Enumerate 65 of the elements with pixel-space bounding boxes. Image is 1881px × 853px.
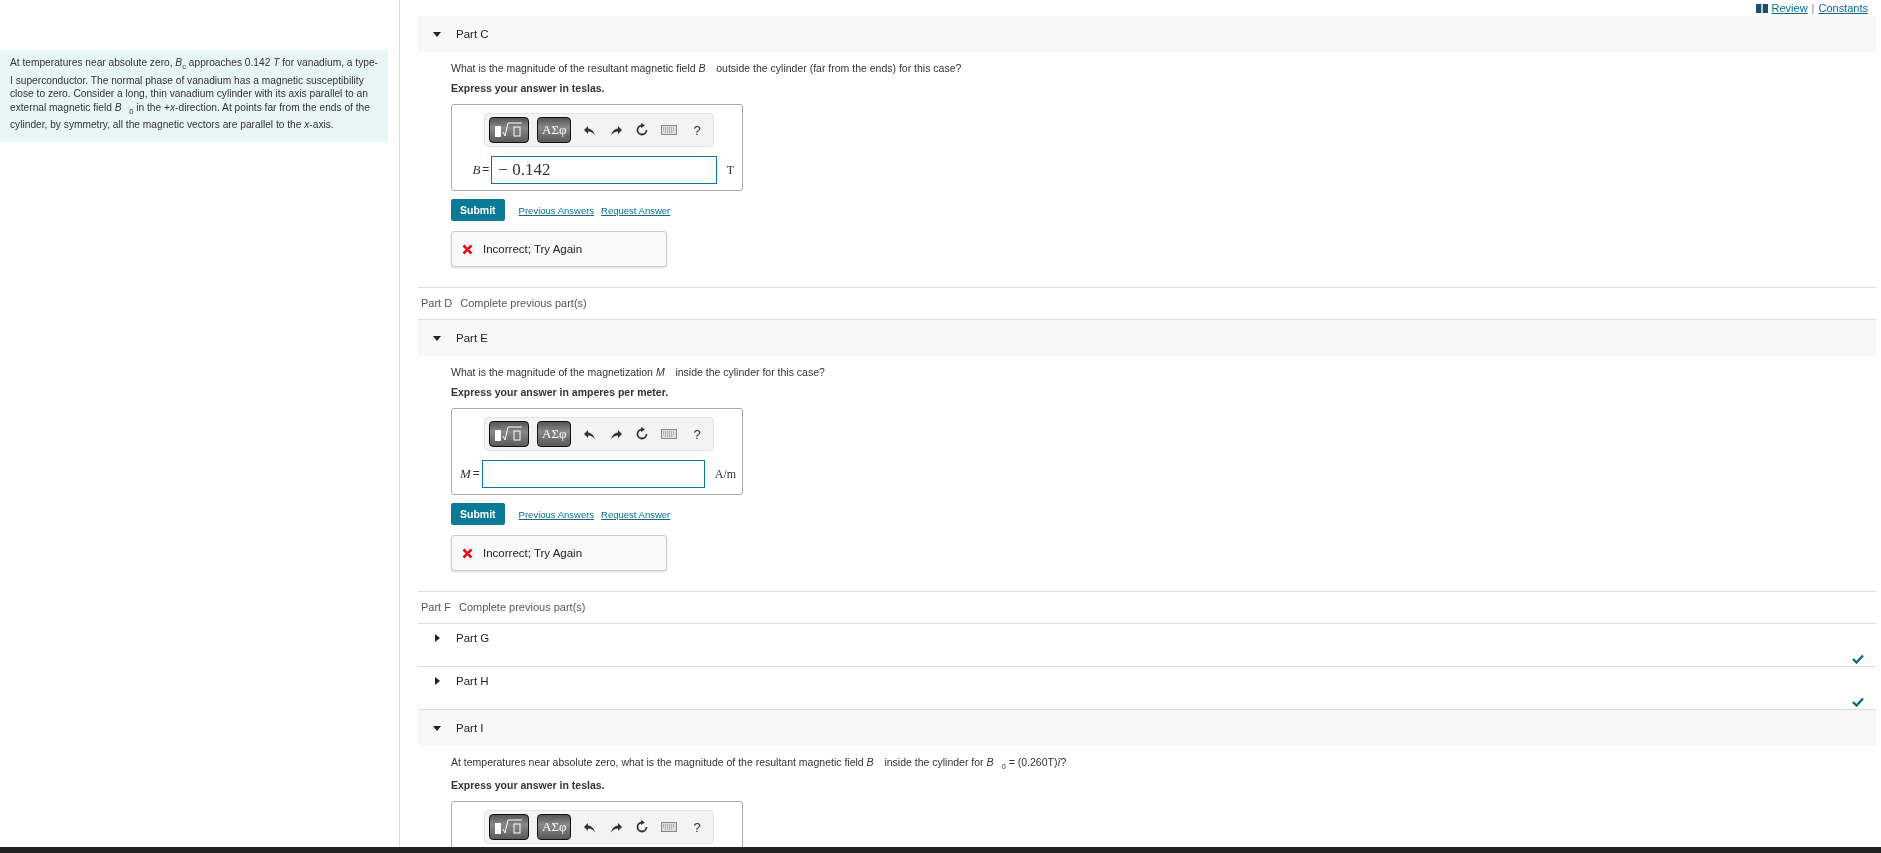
caret-right-icon[interactable] <box>432 633 442 643</box>
constants-link[interactable]: Constants <box>1818 2 1868 14</box>
help-button[interactable]: ? <box>689 819 705 835</box>
reset-icon[interactable] <box>635 820 650 835</box>
templates-button[interactable] <box>489 117 529 143</box>
answer-field[interactable] <box>481 460 705 488</box>
answer-link[interactable]: Previous Answers <box>518 204 595 216</box>
locked-note: Complete previous part(s) <box>458 601 586 613</box>
part-header[interactable]: Part E <box>418 320 1876 356</box>
answer-link[interactable]: Request Answer <box>601 204 671 216</box>
symbols-button[interactable]: ΑΣφ <box>537 814 572 841</box>
part-header[interactable]: Part C <box>418 16 1876 52</box>
redo-icon[interactable] <box>609 123 624 137</box>
part-header[interactable]: Part I <box>418 710 1876 746</box>
submit-button[interactable]: Submit <box>451 199 505 221</box>
part-label[interactable]: Part C <box>456 28 489 40</box>
instruction-text: Express your answer in teslas. <box>451 779 606 792</box>
question-text: What is the magnitude of the magnetization M⃗ inside the cylinder for this case? <box>451 366 826 378</box>
answer-link[interactable]: Previous Answers <box>518 508 595 520</box>
radical-icon <box>494 122 524 138</box>
review-link[interactable]: Review <box>1771 2 1808 14</box>
unit-label: T <box>726 162 734 178</box>
keyboard-icon[interactable] <box>661 822 678 833</box>
instruction-text: Express your answer in teslas. <box>451 82 606 94</box>
answer-field[interactable]: − 0.142 <box>491 156 717 184</box>
templates-button[interactable] <box>489 421 529 447</box>
cross-icon <box>462 547 473 559</box>
help-button[interactable]: ? <box>689 122 705 138</box>
radical-icon <box>494 426 524 442</box>
reset-icon[interactable] <box>635 123 650 137</box>
caret-down-icon[interactable] <box>432 29 442 39</box>
reset-icon[interactable] <box>635 427 650 441</box>
book-icon <box>1755 3 1768 13</box>
variable-label: M= <box>460 466 481 482</box>
templates-button[interactable] <box>489 814 529 841</box>
part-label[interactable]: Part E <box>456 332 488 344</box>
question-text: At temperatures near absolute zero, what is the magnitude of the resultant magnetic field B⃗ inside the cylinder for B⃗$_{0}$ = (0.260T)î? <box>451 756 1068 772</box>
caret-right-icon[interactable] <box>432 676 442 686</box>
link-separator: | <box>1811 2 1815 14</box>
part-label[interactable]: Part I <box>456 722 484 734</box>
submit-button[interactable]: Submit <box>451 503 505 525</box>
radical-icon <box>494 819 524 836</box>
caret-down-icon[interactable] <box>432 333 442 343</box>
keyboard-icon[interactable] <box>661 125 678 135</box>
part-label: Part F <box>421 601 451 613</box>
part-label[interactable]: Part G <box>456 632 490 644</box>
part-label[interactable]: Part H <box>456 675 489 687</box>
problem-statement: At temperatures near absolute zero, B$_{c}$ approaches 0.142 T for vanadium, a type-I superconductor. The normal phase of vanadium has a magnetic susceptibility close to zero. Consider a long, thin vanadium cylinder with its axis parallel to an external magnetic field B⃗$_{0}$ in the +x-direction. At points far from the ends of the cylinder, by symmetry, all the magnetic vectors are parallel to the x-axis. <box>0 50 388 142</box>
question-text: What is the magnitude of the resultant magnetic field B⃗ outside the cylinder (far from the ends) for this case? <box>451 62 963 74</box>
feedback-text: Incorrect; Try Again <box>483 243 583 255</box>
part-label: Part D <box>421 297 453 309</box>
help-button[interactable]: ? <box>689 426 705 442</box>
redo-icon[interactable] <box>609 820 624 835</box>
cross-icon <box>462 243 473 255</box>
keyboard-icon[interactable] <box>661 429 678 439</box>
symbols-button[interactable]: ΑΣφ <box>537 117 572 143</box>
feedback-text: Incorrect; Try Again <box>483 547 583 559</box>
redo-icon[interactable] <box>609 427 624 441</box>
caret-down-icon[interactable] <box>432 723 442 733</box>
locked-note: Complete previous part(s) <box>460 297 587 309</box>
answer-link[interactable]: Request Answer <box>601 508 671 520</box>
variable-label: B= <box>471 162 491 178</box>
instruction-text: Express your answer in amperes per meter. <box>451 386 670 398</box>
symbols-button[interactable]: ΑΣφ <box>537 421 572 447</box>
unit-label: A/m <box>714 466 737 482</box>
